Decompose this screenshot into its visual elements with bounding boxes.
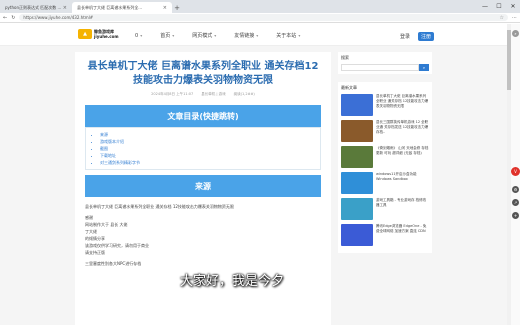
post-thumbnail[interactable]: [341, 198, 373, 220]
menu-label: 友情链接: [234, 33, 255, 39]
menu-item-about[interactable]: 关于本站 ▾: [276, 32, 300, 39]
address-bar: ← ↻ https://www.jiyuhe.com/432.html# ☆ ⋯: [0, 13, 520, 23]
paragraph: 县长单机丁大佬 巨离谱水果系列全职业 通关存档 12技能攻击力爆表关羽物物资无限: [85, 204, 234, 209]
meta-date: 2024年4月8日 上午11:07: [151, 92, 194, 96]
new-tab-button[interactable]: +: [172, 2, 182, 13]
post-thumbnail[interactable]: [341, 172, 373, 194]
post-title[interactable]: 《倚剑烟雨》 山河 天地会修 存档 更新 可玩 超详细 (无敌 存档): [376, 146, 429, 168]
url-input[interactable]: https://www.jiyuhe.com/432.html# ☆: [19, 14, 508, 21]
vip-badge-icon[interactable]: V: [511, 167, 520, 176]
search-title: 搜索: [341, 55, 349, 60]
post-title[interactable]: 腾讯Edge浏览器 EdgeOne - 免费全球网络 加速方案 直连 CDN: [376, 224, 429, 246]
reload-icon[interactable]: ↻: [11, 15, 15, 21]
minimize-button[interactable]: —: [478, 0, 492, 13]
paragraph: 请支持正版: [85, 250, 105, 255]
post-thumbnail[interactable]: [341, 120, 373, 142]
recent-title: 最新文章: [341, 85, 357, 90]
paragraph: 网站制作大于 县长 大佬: [85, 222, 128, 227]
auth-links: 登录 注册: [400, 32, 435, 41]
menu-item-home[interactable]: 首页 ▾: [160, 32, 174, 39]
paragraph: 的倾情分享: [85, 236, 105, 241]
browser-tab-active[interactable]: 县长单机丁大佬 巨离谱水果系列全... ×: [72, 2, 172, 13]
search-input[interactable]: [341, 64, 419, 71]
gear-icon[interactable]: ⚙: [512, 186, 519, 193]
url-text: https://www.jiyuhe.com/432.html#: [23, 15, 94, 20]
maximize-button[interactable]: ☐: [492, 0, 506, 13]
tab-label: 县长单机丁大佬 巨离谱水果系列全...: [77, 4, 143, 10]
login-link[interactable]: 登录: [400, 33, 410, 40]
plus-icon[interactable]: +: [512, 212, 519, 219]
meta-category[interactable]: 县长单机 | 游戏: [201, 92, 225, 97]
toc-heading: 文章目录(快捷跳转): [85, 105, 321, 127]
toc-link[interactable]: 游戏版本介绍: [100, 138, 306, 145]
post-thumbnail[interactable]: [341, 94, 373, 116]
meta-views: 阅读(1,2##): [233, 92, 255, 96]
post-title[interactable]: windows11开启沙盒功能 Windows Sandbox: [376, 172, 429, 194]
logo-line2: jiyuhe.com: [94, 34, 119, 39]
list-item[interactable]: 《倚剑烟雨》 山河 天地会修 存档 更新 可玩 超详细 (无敌 存档): [341, 146, 429, 168]
tab-label: python正则表达式 匹配次数 ...: [5, 4, 62, 10]
chevron-down-icon: ▾: [140, 33, 143, 38]
table-of-contents: 来源 游戏版本介绍 截图 下载地址 对三通剑系列精彩字节: [85, 127, 321, 170]
logo-text-block: 鲸鱼游戏库 jiyuhe.com: [94, 29, 119, 39]
close-window-button[interactable]: ✕: [506, 0, 520, 13]
menu-label: 首页: [160, 33, 171, 39]
browser-tab-bar: python正则表达式 匹配次数 ... × 县长单机丁大佬 巨离谱水果系列全..…: [0, 0, 520, 13]
paragraph: 丁大佬: [85, 229, 97, 234]
post-title[interactable]: 县长三国群英传单机游戏 12 全职业通 关存档发送 12技能攻击力爆 存档..: [376, 120, 429, 142]
list-item[interactable]: 县长三国群英传单机游戏 12 全职业通 关存档发送 12技能攻击力爆 存档..: [341, 120, 429, 142]
paragraph: 感谢: [85, 215, 93, 220]
register-button[interactable]: 注册: [418, 32, 435, 41]
search-icon[interactable]: ⌕: [419, 64, 429, 71]
list-item[interactable]: 腾讯Edge浏览器 EdgeOne - 免费全球网络 加速方案 直连 CDN: [341, 224, 429, 246]
video-subtitle: 大家好，我是今夕: [180, 274, 285, 289]
main-menu: 0 ▾ 首页 ▾ 网页模式 ▾ 友情链接 ▾ 关于本站 ▾: [135, 32, 318, 40]
bookmark-star-icon[interactable]: ☆: [500, 15, 504, 21]
chevron-down-icon: ▾: [214, 33, 217, 38]
browser-side-panel: ⌕ V ⚙ ↗ +: [511, 24, 520, 325]
chevron-down-icon: ▾: [256, 33, 259, 38]
back-icon[interactable]: ←: [3, 15, 7, 21]
paragraph: 该游戏仅供学习研究，请勿用于商业: [85, 243, 149, 248]
toc-link[interactable]: 对三通剑系列精彩字节: [100, 159, 306, 166]
menu-label: 网页模式: [192, 33, 213, 39]
section-heading: 来源: [85, 175, 321, 197]
chevron-down-icon: ▾: [298, 33, 301, 38]
close-tab-icon[interactable]: ×: [163, 5, 167, 11]
search-row: ⌕: [341, 64, 429, 71]
close-tab-icon[interactable]: ×: [63, 5, 67, 11]
list-item[interactable]: windows11开启沙盒功能 Windows Sandbox: [341, 172, 429, 194]
post-title[interactable]: 县长单机丁大佬 巨离谱水果系列全职业 通关存档 12技能攻击力爆表关羽物物资无限: [376, 94, 429, 116]
toc-link[interactable]: 下载地址: [100, 152, 306, 159]
paragraph: 三里塞度性别各大NPC进行存档: [85, 261, 142, 266]
post-title[interactable]: 游戏工具箱 - 专业游戏存 档修改器工具: [376, 198, 429, 220]
site-logo[interactable]: ▲ 鲸鱼游戏库 jiyuhe.com: [78, 29, 119, 39]
toc-link[interactable]: 来源: [100, 131, 306, 138]
sidebar: 搜索 ⌕ 最新文章 县长单机丁大佬 巨离谱水果系列全职业 通关存档 12技能攻击…: [338, 52, 432, 325]
post-thumbnail[interactable]: [341, 224, 373, 246]
article-title: 县长单机丁大佬 巨离谱水果系列全职业 通关存档12技能攻击力爆表关羽物物资无限: [87, 61, 319, 86]
post-thumbnail[interactable]: [341, 146, 373, 168]
menu-item-web-mode[interactable]: 网页模式 ▾: [192, 32, 216, 39]
share-icon[interactable]: ↗: [512, 199, 519, 206]
list-item[interactable]: 县长单机丁大佬 巨离谱水果系列全职业 通关存档 12技能攻击力爆表关羽物物资无限: [341, 94, 429, 116]
menu-item-0[interactable]: 0 ▾: [135, 32, 142, 39]
browser-tab[interactable]: python正则表达式 匹配次数 ... ×: [0, 2, 72, 13]
search-icon[interactable]: ⌕: [512, 30, 519, 37]
menu-label: 0: [135, 32, 139, 39]
article-body: 县长单机丁大佬 巨离谱水果系列全职业 通关存档 12技能攻击力爆表关羽物物资无限…: [85, 203, 321, 267]
window-controls: — ☐ ✕: [478, 0, 520, 13]
article-meta: 2024年4月8日 上午11:07 县长单机 | 游戏 阅读(1,2##): [85, 92, 321, 97]
site-header: ▲ 鲸鱼游戏库 jiyuhe.com 0 ▾ 首页 ▾ 网页模式 ▾ 友情链接 ▾ 关于…: [0, 24, 507, 46]
logo-icon: ▲: [78, 29, 92, 39]
search-widget: 搜索 ⌕: [338, 52, 432, 74]
recent-posts-widget: 最新文章 县长单机丁大佬 巨离谱水果系列全职业 通关存档 12技能攻击力爆表关羽…: [338, 82, 432, 253]
menu-dots-icon[interactable]: ⋯: [512, 15, 517, 21]
menu-label: 关于本站: [276, 33, 297, 39]
chevron-down-icon: ▾: [172, 33, 175, 38]
list-item[interactable]: 游戏工具箱 - 专业游戏存 档修改器工具: [341, 198, 429, 220]
toc-link[interactable]: 截图: [100, 145, 306, 152]
menu-item-links[interactable]: 友情链接 ▾: [234, 32, 258, 39]
